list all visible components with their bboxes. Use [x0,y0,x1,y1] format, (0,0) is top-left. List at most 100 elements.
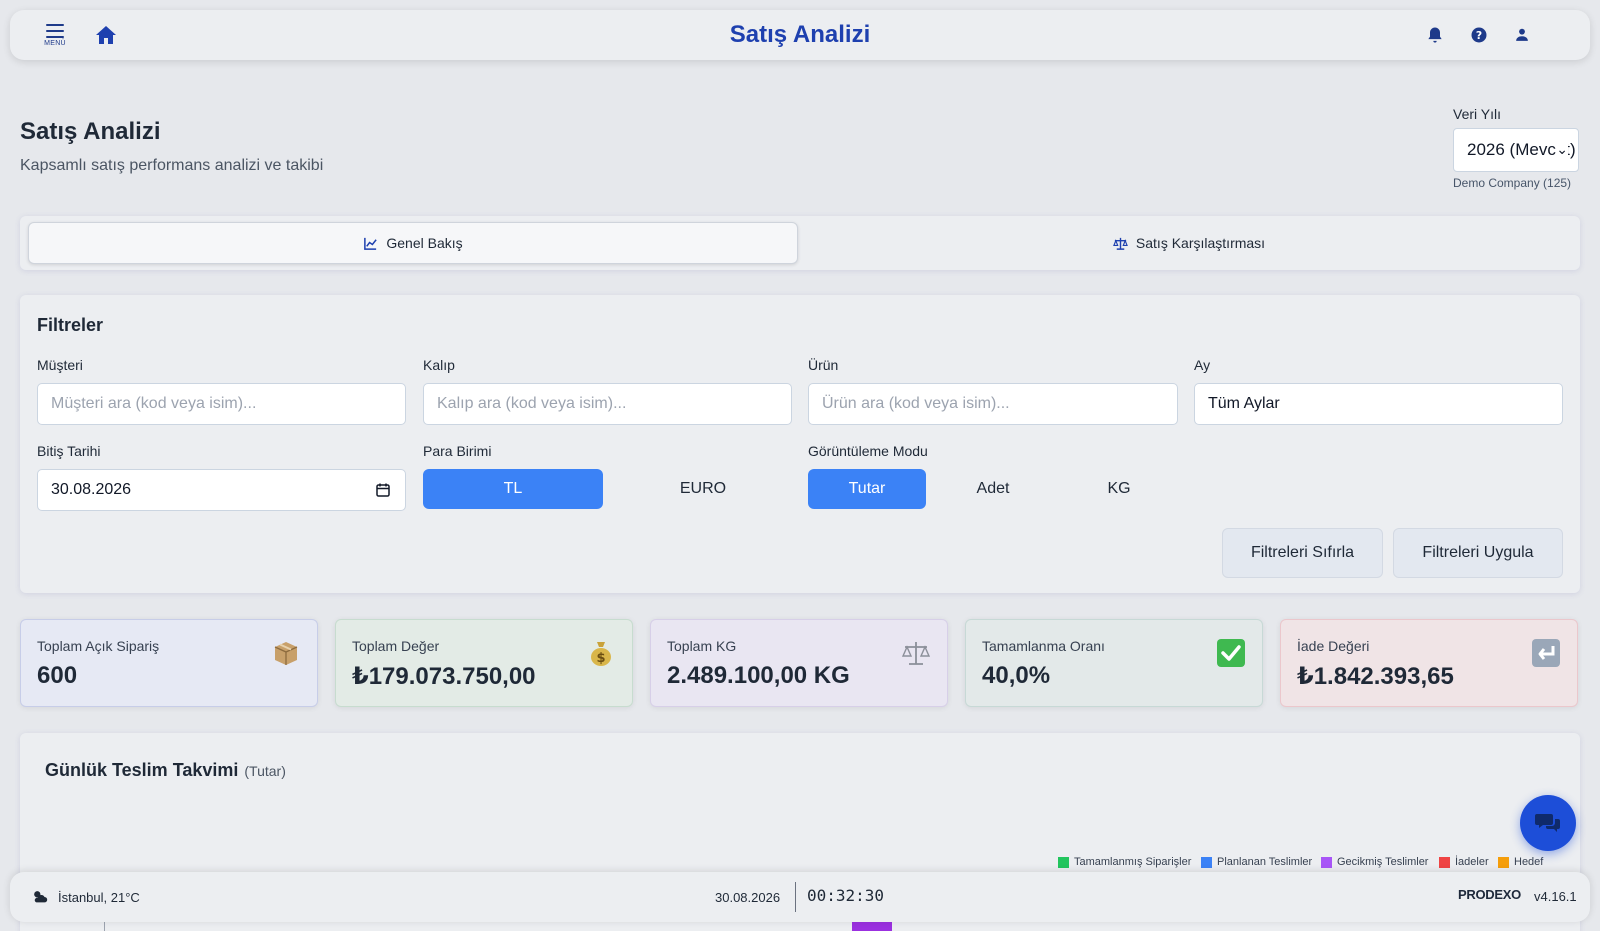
legend-swatch [1058,856,1069,868]
page-subtitle: Kapsamlı satış performans analizi ve tak… [20,157,324,174]
chat-button[interactable] [1520,795,1576,851]
bell-icon [1428,27,1442,43]
kpi-value: 40,0% [982,662,1051,689]
legend-label: Gecikmiş Teslimler [1337,856,1429,868]
bottom-status-bar: İstanbul, 21°C 30.08.2026 00:32:30 PRODE… [10,872,1590,922]
currency-tl-button[interactable]: TL [423,469,603,509]
legend-item-delayed[interactable]: Gecikmiş Teslimler [1321,856,1428,868]
weather-text: İstanbul, 21°C [58,889,140,905]
customer-search-input[interactable]: Müşteri ara (kod veya isim)... [37,383,406,425]
legend-swatch [1321,856,1332,868]
chevron-down-icon: ⌄ [1556,141,1568,158]
help-button[interactable]: ? [1469,25,1489,45]
user-icon [1516,28,1528,41]
customer-label: Müşteri [37,357,83,373]
svg-text:$: $ [596,651,605,666]
kpi-label: Tamamlanma Oranı [982,638,1105,654]
tab-bar: Genel Bakış Satış Karşılaştırması [20,216,1580,270]
end-date-label: Bitiş Tarihi [37,443,101,459]
currency-euro-button[interactable]: EURO [613,469,793,509]
apply-filters-button[interactable]: Filtreleri Uygula [1393,528,1563,578]
legend-item-planned[interactable]: Planlanan Teslimler [1201,856,1312,868]
svg-text:?: ? [1476,29,1482,42]
legend-item-target[interactable]: Hedef [1498,856,1543,868]
tab-sales-comparison[interactable]: Satış Karşılaştırması [804,222,1574,264]
kpi-label: Toplam KG [667,638,737,654]
legend-label: Planlanan Teslimler [1217,856,1313,868]
month-label: Ay [1194,357,1211,373]
legend-label: Hedef [1514,856,1544,868]
filters-panel: Filtreler Müşteri Müşteri ara (kod veya … [20,295,1580,593]
weather-widget: İstanbul, 21°C [30,888,140,906]
scale-icon [901,642,931,665]
cloud-sun-icon [34,891,48,903]
mold-label: Kalıp [423,357,455,373]
calendar-title: Günlük Teslim Takvimi (Tutar) [45,760,286,781]
brand-logo: PRODEXO [1458,887,1521,902]
check-icon [1217,639,1245,667]
current-date: 30.08.2026 [715,890,781,905]
view-mode-kg-button[interactable]: KG [1060,469,1178,509]
reset-filters-button[interactable]: Filtreleri Sıfırla [1222,528,1383,578]
kpi-value: ₺179.073.750,00 [352,663,536,690]
legend-label: Tamamlanmış Siparişler [1074,856,1192,868]
chart-bar[interactable] [852,921,892,931]
calendar-icon[interactable] [375,482,391,498]
year-label: Veri Yılı [1453,106,1501,122]
kpi-card-completion-rate: Tamamlanma Oranı 40,0% [965,619,1263,707]
kpi-label: İade Değeri [1297,638,1370,654]
kpi-label: Toplam Değer [352,638,440,654]
end-date-input[interactable]: 30.08.2026 [37,469,406,511]
legend-swatch [1498,856,1509,868]
money-bag-icon: $ [591,642,611,666]
legend-item-completed[interactable]: Tamamlanmış Siparişler [1058,856,1191,868]
kpi-value: 600 [37,662,78,689]
mold-search-input[interactable]: Kalıp ara (kod veya isim)... [423,383,792,425]
tab-overview-label: Genel Bakış [386,235,463,251]
customer-search-placeholder: Müşteri ara (kod veya isim)... [51,395,257,412]
kpi-label: Toplam Açık Sipariş [37,638,160,654]
divider [795,882,796,912]
legend-item-returns[interactable]: İadeler [1439,856,1489,868]
calendar-mode: (Tutar) [244,763,286,779]
chat-bubbles-icon [1535,814,1560,832]
company-name: Demo Company (125) [1453,176,1572,190]
kpi-value: ₺1.842.393,65 [1297,663,1454,690]
view-mode-label: Görüntüleme Modu [808,443,928,459]
product-search-placeholder: Ürün ara (kod veya isim)... [822,395,1010,412]
scale-icon [1113,237,1128,250]
return-icon [1532,639,1560,667]
legend-label: İadeler [1455,856,1489,868]
view-mode-quantity-button[interactable]: Adet [934,469,1052,509]
kpi-card-total-kg: Toplam KG 2.489.100,00 KG [650,619,948,707]
product-label: Ürün [808,357,839,373]
notifications-button[interactable] [1425,25,1445,45]
tab-sales-comparison-label: Satış Karşılaştırması [1135,235,1266,251]
profile-button[interactable] [1512,25,1532,45]
kpi-value: 2.489.100,00 KG [667,662,850,689]
kpi-card-open-orders: Toplam Açık Sipariş 600 [20,619,318,707]
filters-title: Filtreler [37,315,104,335]
legend-swatch [1439,856,1450,868]
line-chart-icon [364,237,378,250]
package-icon [274,642,298,665]
month-select[interactable]: Tüm Aylar [1194,383,1563,425]
month-select-value: Tüm Aylar [1208,395,1280,412]
question-circle-icon: ? [1471,27,1487,43]
current-time: 00:32:30 [807,886,885,905]
app-version: v4.16.1 [1534,889,1577,904]
app-title: Satış Analizi [729,21,871,48]
legend-swatch [1201,856,1212,868]
view-mode-amount-button[interactable]: Tutar [808,469,926,509]
mold-search-placeholder: Kalıp ara (kod veya isim)... [437,395,627,412]
tab-overview[interactable]: Genel Bakış [28,222,798,264]
top-navbar: MENÜ Satış Analizi ? [10,10,1590,60]
page-title: Satış Analizi [20,118,161,145]
currency-label: Para Birimi [423,443,492,459]
year-select[interactable]: 2026 (Mevcut) ⌄ [1453,128,1579,172]
product-search-input[interactable]: Ürün ara (kod veya isim)... [808,383,1178,425]
end-date-value: 30.08.2026 [51,481,132,498]
kpi-card-return-value: İade Değeri ₺1.842.393,65 [1280,619,1578,707]
calendar-title-text: Günlük Teslim Takvimi [45,760,239,780]
kpi-card-total-value: Toplam Değer ₺179.073.750,00 $ [335,619,633,707]
